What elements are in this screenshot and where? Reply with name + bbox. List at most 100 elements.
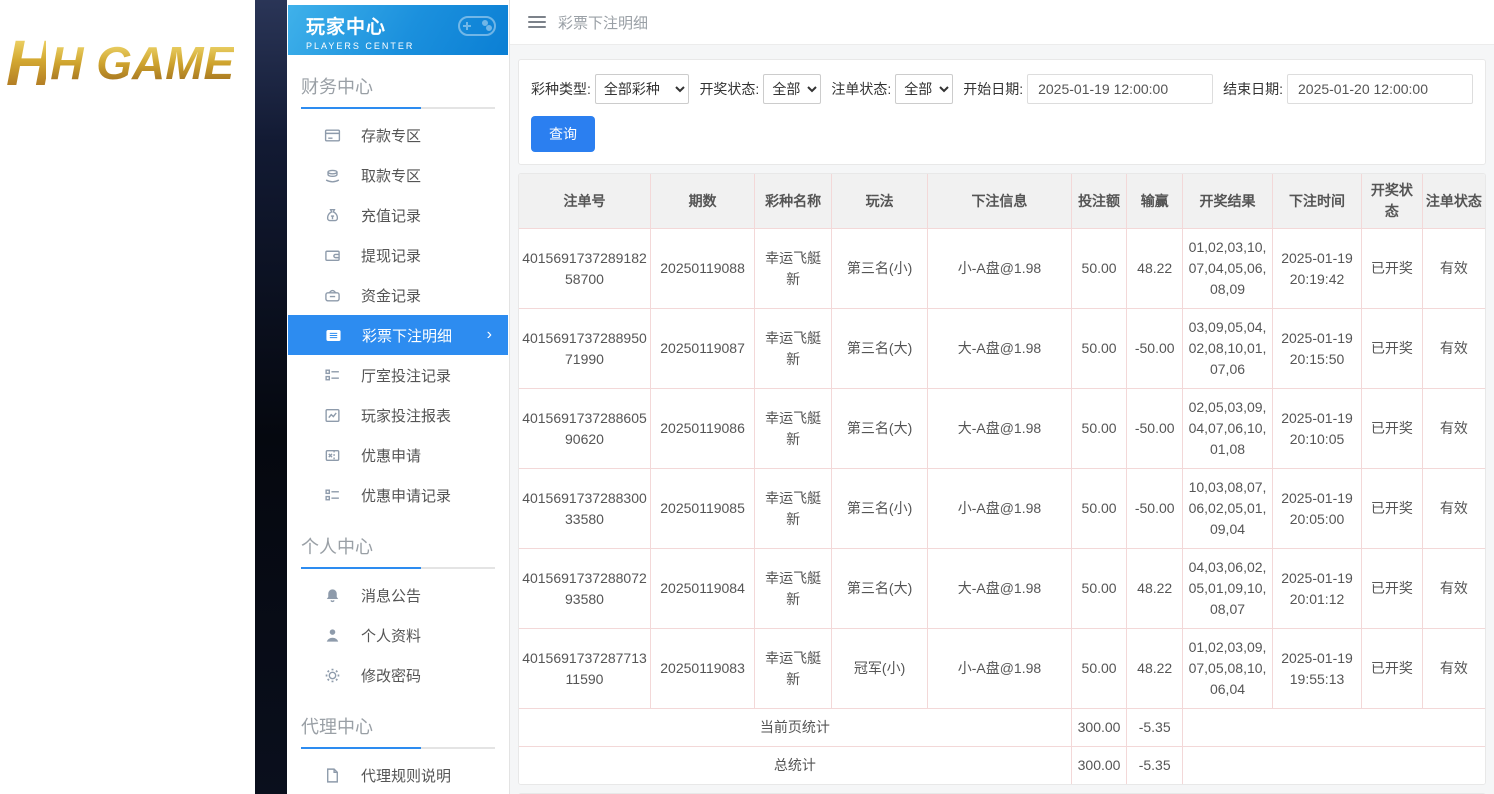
order-status-label: 注单状态: [831, 81, 892, 97]
table-row: 401569173728918258700 20250119088 幸运飞艇新 第三名… [519, 228, 1485, 309]
table-cell: 20250119087 [649, 308, 756, 389]
summary-winloss-total: -5.35 [1126, 746, 1183, 784]
summary-bet-total: 300.00 [1070, 708, 1128, 747]
search-button[interactable]: 查询 [531, 116, 595, 152]
column-header: 下注信息 [927, 174, 1072, 229]
summary-bet-total: 300.00 [1070, 746, 1128, 784]
lottery-type-label: 彩种类型: [531, 81, 591, 97]
table-cell: -50.00 [1126, 388, 1183, 469]
table-cell: 50.00 [1070, 468, 1128, 549]
table-cell: 有效 [1421, 228, 1485, 309]
section-divider [301, 107, 495, 109]
table-cell: 小-A盘@1.98 [927, 228, 1072, 309]
table-cell: 幸运飞艇新 [754, 628, 833, 709]
sidebar-item-label: 代理规则说明 [361, 767, 452, 785]
logo-mark: H [6, 27, 52, 99]
page-title: 彩票下注明细 [558, 14, 649, 32]
table-cell: 已开奖 [1361, 548, 1423, 629]
sidebar-item-玩家投注报表[interactable]: 玩家投注报表 [287, 395, 509, 435]
table-cell: 401569173728830033580 [519, 468, 651, 549]
sidebar-item-资金记录[interactable]: 资金记录 [287, 275, 509, 315]
page: H H GAME 玩家中心 PLAYERS CENTER 财务中心存款专区 取款专… [0, 0, 1494, 794]
table-cell: 401569173728918258700 [519, 228, 651, 309]
table-cell: 48.22 [1126, 228, 1183, 309]
table-cell: 大-A盘@1.98 [927, 548, 1072, 629]
table-row: 401569173728771311590 20250119083 幸运飞艇新 冠军(… [519, 628, 1485, 709]
sidebar-item-优惠申请[interactable]: 优惠申请 [287, 435, 509, 475]
sidebar-item-充值记录[interactable]: 充值记录 [287, 195, 509, 235]
menu-toggle-icon[interactable] [528, 13, 546, 31]
summary-row: 当前页统计 300.00 -5.35 [519, 708, 1485, 747]
brand-panel: H H GAME [0, 0, 255, 794]
table-cell: 冠军(小) [831, 628, 929, 709]
draw-status-select[interactable]: 全部 [763, 74, 822, 104]
column-header: 玩法 [831, 174, 929, 229]
table-cell: 已开奖 [1361, 228, 1423, 309]
sidebar-item-label: 消息公告 [361, 587, 422, 605]
players-center-header: 玩家中心 PLAYERS CENTER [288, 5, 508, 55]
coupon-icon [323, 446, 341, 464]
main-content: 彩票下注明细 彩种类型: 全部彩种 开奖状态: 全部 注单状态: 全部 开始日期… [510, 0, 1494, 794]
table-cell: 401569173728860590620 [519, 388, 651, 469]
column-header: 彩种名称 [754, 174, 833, 229]
purse-icon [323, 286, 341, 304]
table-cell: 20250119083 [649, 628, 756, 709]
sidebar-item-label: 厅室投注记录 [361, 367, 452, 385]
table-cell: 10,03,08,07,06,02,05,01,09,04 [1181, 468, 1274, 549]
topbar: 彩票下注明细 [510, 0, 1494, 45]
ticket-icon [324, 326, 342, 344]
end-date-input[interactable] [1287, 74, 1473, 104]
sidebar-item-代理规则说明[interactable]: 代理规则说明 [287, 755, 509, 794]
sidebar-section-title: 代理中心 [301, 717, 373, 737]
table-cell: 48.22 [1126, 628, 1183, 709]
sidebar-item-label: 优惠申请记录 [361, 487, 452, 505]
table-cell: 2025-01-19 20:05:00 [1272, 468, 1363, 549]
sidebar-item-存款专区[interactable]: 存款专区 [287, 115, 509, 155]
sidebar-section-title: 财务中心 [301, 77, 373, 97]
table-cell: 50.00 [1070, 548, 1128, 629]
table-cell: 20250119086 [649, 388, 756, 469]
summary-winloss-total: -5.35 [1126, 708, 1183, 747]
end-date-label: 结束日期: [1223, 81, 1283, 97]
sidebar-item-label: 资金记录 [361, 287, 422, 305]
sidebar-item-label: 彩票下注明细 [362, 327, 453, 345]
sidebar-item-彩票下注明细[interactable]: 彩票下注明细 › [288, 315, 508, 355]
section-divider [301, 567, 495, 569]
table-cell: 04,03,06,02,05,01,09,10,08,07 [1181, 548, 1274, 629]
sidebar-item-修改密码[interactable]: 修改密码 [287, 655, 509, 695]
sidebar-item-优惠申请记录[interactable]: 优惠申请记录 [287, 475, 509, 515]
sidebar-item-消息公告[interactable]: 消息公告 [287, 575, 509, 615]
sidebar-item-取款专区[interactable]: 取款专区 [287, 155, 509, 195]
bell-icon [323, 586, 341, 604]
column-header: 注单号 [519, 174, 651, 229]
gear-icon [323, 666, 341, 684]
lottery-type-select[interactable]: 全部彩种 [594, 74, 690, 104]
table-cell: 20250119088 [649, 228, 756, 309]
sidebar: 玩家中心 PLAYERS CENTER 财务中心存款专区 取款专区 充值记录 提现记录… [287, 0, 510, 794]
logo: H H GAME [6, 18, 255, 108]
table-cell: 有效 [1421, 388, 1485, 469]
section-divider [301, 747, 495, 749]
sidebar-item-提现记录[interactable]: 提现记录 [287, 235, 509, 275]
table-cell: 第三名(大) [831, 548, 929, 629]
start-date-input[interactable] [1027, 74, 1214, 104]
table-cell: -50.00 [1126, 308, 1183, 389]
table-cell: 幸运飞艇新 [754, 468, 833, 549]
table-cell: 已开奖 [1361, 308, 1423, 389]
wallet-icon [323, 246, 341, 264]
table-cell: 2025-01-19 20:15:50 [1272, 308, 1363, 389]
table-cell: 小-A盘@1.98 [927, 468, 1072, 549]
table-cell: 第三名(大) [831, 388, 929, 469]
sidebar-item-厅室投注记录[interactable]: 厅室投注记录 [287, 355, 509, 395]
table-cell: 已开奖 [1361, 388, 1423, 469]
table-cell: 01,02,03,09,07,05,08,10,06,04 [1181, 628, 1274, 709]
table-row: 401569173728807293580 20250119084 幸运飞艇新 第三名… [519, 548, 1485, 629]
list-icon [323, 366, 341, 384]
filter-panel: 彩种类型: 全部彩种 开奖状态: 全部 注单状态: 全部 开始日期: 结束日期:… [518, 59, 1486, 165]
order-status-select[interactable]: 全部 [895, 74, 954, 104]
sidebar-item-个人资料[interactable]: 个人资料 [287, 615, 509, 655]
column-header: 开奖状态 [1361, 174, 1423, 229]
summary-row: 总统计 300.00 -5.35 [519, 746, 1485, 784]
table-cell: 50.00 [1070, 228, 1128, 309]
table-cell: 幸运飞艇新 [754, 228, 833, 309]
